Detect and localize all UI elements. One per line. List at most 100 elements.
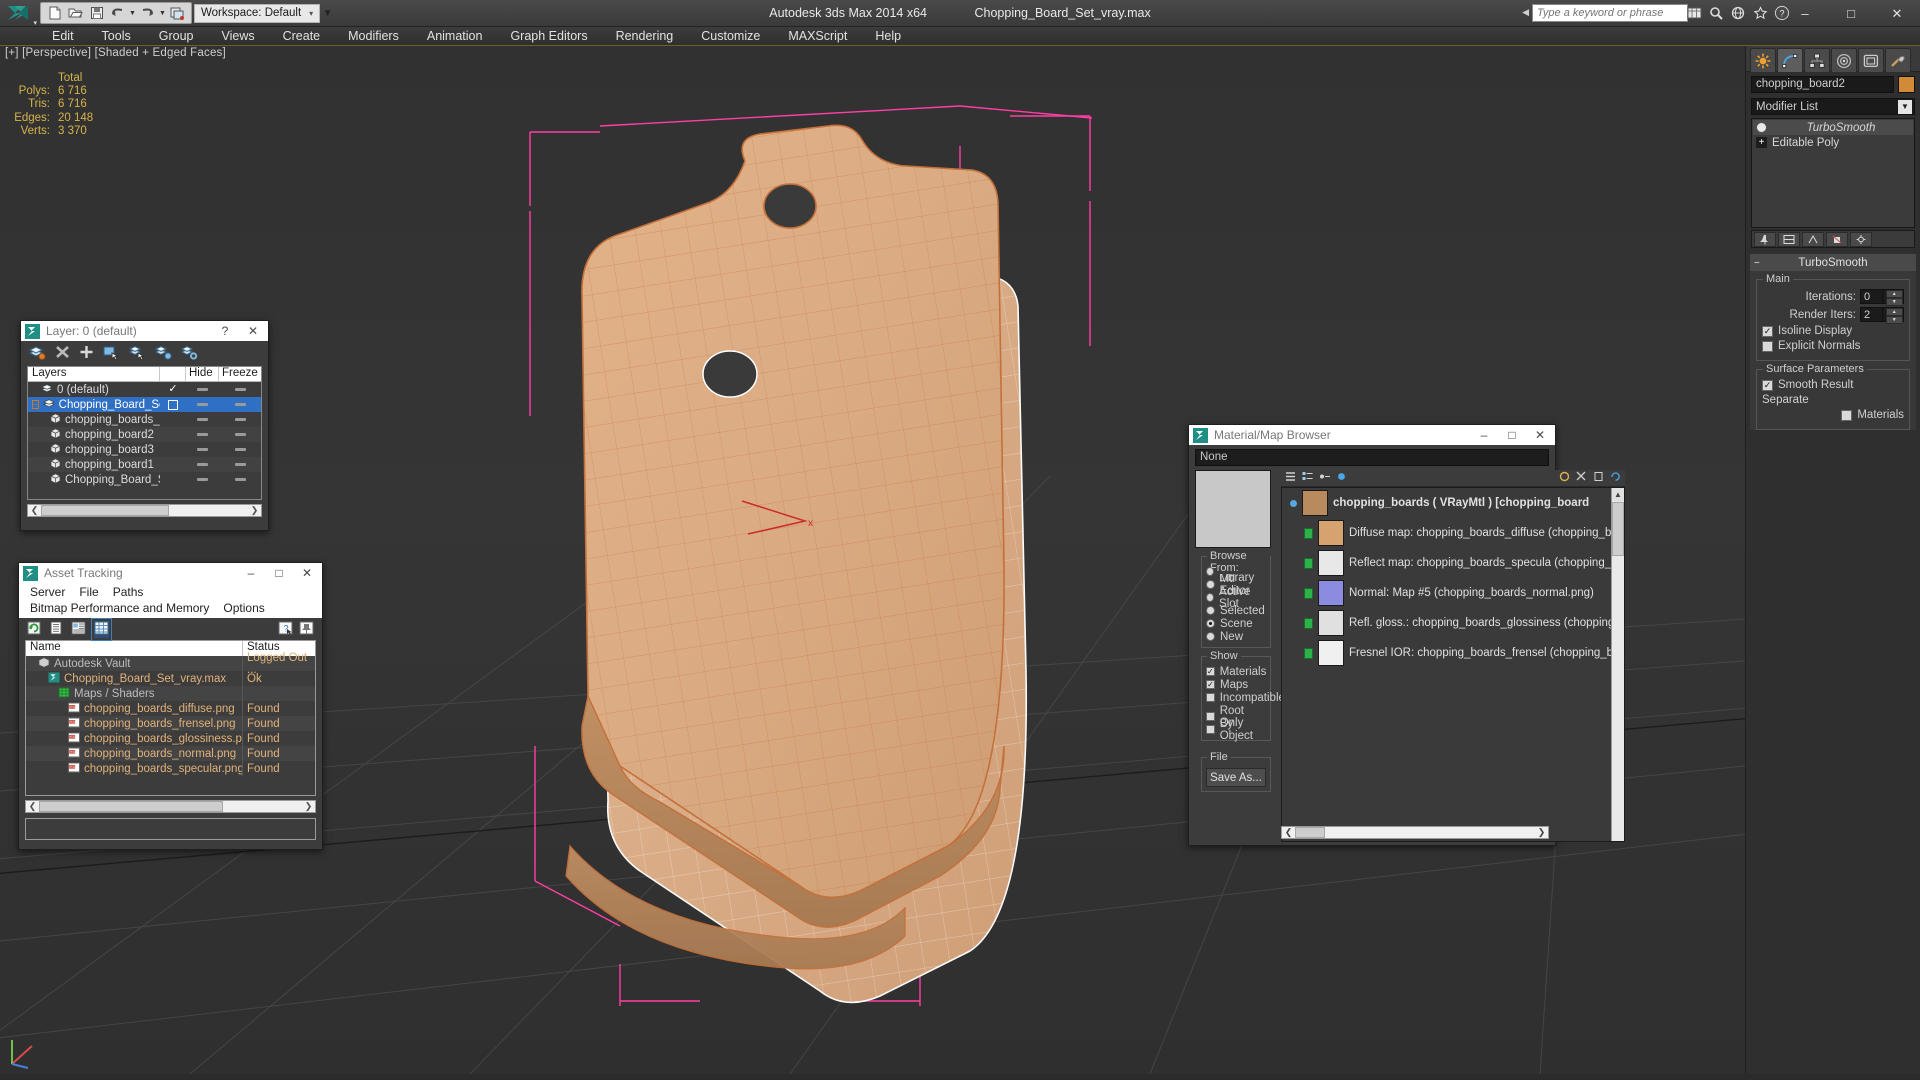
mmb-list-item[interactable]: Fresnel IOR: chopping_boards_frensel (ch… <box>1282 638 1624 668</box>
turbosmooth-rollout-header[interactable]: − TurboSmooth <box>1750 255 1916 271</box>
asset-minimize-button[interactable]: – <box>240 566 262 580</box>
show-option-materials[interactable]: ✓ Materials <box>1206 665 1266 678</box>
search-expand-icon[interactable]: ◀ <box>1522 7 1529 18</box>
delete-layer-icon[interactable] <box>55 345 70 362</box>
rollout-collapse-icon[interactable]: − <box>1754 258 1760 269</box>
mmb-list-item[interactable]: chopping_boards ( VRayMtl ) [chopping_bo… <box>1282 488 1624 518</box>
object-color-swatch[interactable] <box>1898 76 1915 93</box>
grid-view-icon[interactable] <box>91 617 112 641</box>
create-new-layer-icon[interactable] <box>28 345 46 363</box>
viewport-label[interactable]: [+] [Perspective] [Shaded + Edged Faces] <box>5 47 226 59</box>
browse-from-option-scene[interactable]: Scene <box>1206 617 1266 630</box>
explicit-normals-checkbox[interactable]: ✓ <box>1762 340 1773 352</box>
layer-properties-icon[interactable] <box>180 345 198 363</box>
layer-row[interactable]: chopping_board3 <box>28 442 261 457</box>
update-icon[interactable] <box>1610 471 1621 485</box>
search-icon[interactable] <box>1706 3 1726 22</box>
chevron-down-icon[interactable]: ▼ <box>1898 99 1912 114</box>
modifier-stack[interactable]: TurboSmooth + Editable Poly <box>1751 118 1915 228</box>
mmb-hscroll-thumb[interactable] <box>1295 827 1325 838</box>
material-swatch[interactable] <box>1318 550 1344 576</box>
quick-access-toolbar[interactable]: ▼ ▼ <box>40 2 192 24</box>
show-option-incompatible[interactable]: ✓ Incompatible <box>1206 691 1285 704</box>
redo-dropdown-icon[interactable]: ▼ <box>158 10 167 17</box>
mmb-material-list[interactable]: chopping_boards ( VRayMtl ) [chopping_bo… <box>1281 487 1625 842</box>
create-tab[interactable] <box>1750 48 1776 72</box>
isoline-display-row[interactable]: ✓ Isoline Display <box>1762 325 1904 337</box>
asset-scroll-thumb[interactable] <box>39 801 224 812</box>
iterations-spinner-arrows[interactable]: ▲ ▼ <box>1881 290 1903 306</box>
mmb-preview-swatch[interactable] <box>1195 470 1271 548</box>
menu-item-maxscript[interactable]: MAXScript <box>774 27 861 46</box>
asset-row[interactable]: Chopping_Board_Set_vray.max Ok <box>26 671 315 686</box>
menu-item-views[interactable]: Views <box>207 27 268 46</box>
menu-item-group[interactable]: Group <box>145 27 208 46</box>
layer-help-button[interactable]: ? <box>214 324 236 338</box>
materials-checkbox[interactable]: ✓ <box>1841 409 1853 421</box>
layer-hide-toggle[interactable] <box>197 418 208 421</box>
help-web-icon[interactable] <box>1728 3 1748 22</box>
modifier-stack-item-turbosmooth[interactable]: TurboSmooth <box>1753 120 1913 135</box>
layer-scroll-thumb[interactable] <box>41 505 170 516</box>
material-map-browser-dialog[interactable]: Material/Map Browser – □ ✕ None Browse F… <box>1188 424 1625 846</box>
mmb-minimize-button[interactable]: – <box>1473 428 1495 442</box>
mmb-titlebar[interactable]: Material/Map Browser – □ ✕ <box>1189 425 1555 445</box>
asset-row[interactable]: PNG chopping_boards_glossiness.png Found <box>26 731 315 746</box>
scroll-left-icon[interactable]: ❮ <box>26 801 39 812</box>
iterations-spinner[interactable]: 0 ▲ ▼ <box>1860 289 1904 306</box>
layer-row[interactable]: chopping_boards_stand <box>28 412 261 427</box>
make-unique-icon[interactable] <box>1802 231 1824 247</box>
layer-close-button[interactable]: ✕ <box>242 324 264 338</box>
layer-hide-toggle[interactable] <box>197 478 208 481</box>
mmb-horizontal-scrollbar[interactable]: ❮ ❯ <box>1281 826 1549 839</box>
layer-hide-toggle[interactable] <box>197 433 208 436</box>
browse-from-option-new[interactable]: New <box>1206 630 1266 643</box>
layer-freeze-toggle[interactable] <box>234 388 246 391</box>
close-button[interactable]: ✕ <box>1874 0 1920 27</box>
utilities-tab[interactable] <box>1885 48 1911 72</box>
menu-item-help[interactable]: Help <box>861 27 915 46</box>
menu-item-edit[interactable]: Edit <box>38 27 88 46</box>
expand-icon[interactable]: + <box>1756 137 1767 148</box>
open-icon[interactable] <box>65 4 86 23</box>
layer-freeze-toggle[interactable] <box>234 418 246 421</box>
layer-row[interactable]: 0 (default) ✓ <box>28 382 261 397</box>
checkbox[interactable]: ✓ <box>1206 667 1215 676</box>
modify-tab[interactable] <box>1777 48 1803 72</box>
menu-item-tools[interactable]: Tools <box>88 27 145 46</box>
workspace-dropdown-icon[interactable]: ▼ <box>320 8 335 19</box>
asset-maximize-button[interactable]: □ <box>268 566 290 580</box>
redo-icon[interactable] <box>137 4 158 23</box>
scroll-right-icon[interactable]: ❯ <box>302 801 315 812</box>
menu-item-animation[interactable]: Animation <box>413 27 497 46</box>
layer-horizontal-scrollbar[interactable]: ❮ ❯ <box>27 504 262 517</box>
scroll-left-icon[interactable]: ❮ <box>28 505 41 516</box>
modifier-list-dropdown[interactable]: Modifier List ▼ <box>1751 98 1915 115</box>
list-view-icon[interactable] <box>1302 471 1313 485</box>
layer-dialog[interactable]: Layer: 0 (default) ? ✕ Layers Hide Freez… <box>20 320 269 531</box>
checkbox[interactable]: ✓ <box>1206 693 1215 702</box>
list-view-icon[interactable] <box>49 621 63 638</box>
menu-item-create[interactable]: Create <box>269 27 335 46</box>
display-tab[interactable] <box>1858 48 1884 72</box>
asset-row[interactable]: Maps / Shaders <box>26 686 315 701</box>
asset-row[interactable]: PNG chopping_boards_normal.png Found <box>26 746 315 761</box>
radio-button[interactable] <box>1206 606 1215 615</box>
set-project-folder-icon[interactable] <box>167 4 188 23</box>
render-iters-spinner-arrows[interactable]: ▲ ▼ <box>1881 308 1903 324</box>
material-editor-icon[interactable] <box>1559 471 1570 485</box>
select-objects-in-layer-icon[interactable] <box>103 345 120 363</box>
checkbox[interactable]: ✓ <box>1206 725 1215 734</box>
layer-row[interactable]: chopping_board2 <box>28 427 261 442</box>
modifier-enable-icon[interactable] <box>1756 122 1767 133</box>
asset-grid[interactable]: Name Status Autodesk Vault Logged Out ...… <box>25 640 316 796</box>
mmb-hscroll-track[interactable] <box>1295 827 1535 838</box>
radio-button[interactable] <box>1206 580 1215 589</box>
asset-menu-file[interactable]: File <box>72 584 105 600</box>
checkbox[interactable]: ✓ <box>1206 680 1215 689</box>
layer-hide-toggle[interactable] <box>197 463 208 466</box>
detail-view-icon[interactable] <box>71 621 86 638</box>
material-swatch[interactable] <box>1318 640 1344 666</box>
menu-item-rendering[interactable]: Rendering <box>602 27 688 46</box>
asset-menu-options[interactable]: Options <box>216 600 271 616</box>
